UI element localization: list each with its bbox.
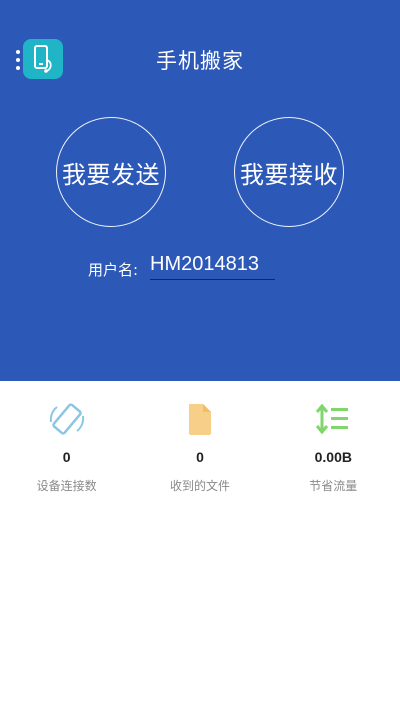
stat-files: 0 收到的文件 <box>133 381 266 501</box>
stat-traffic-label: 节省流量 <box>309 479 358 493</box>
username-field[interactable]: HM2014813 <box>150 253 275 280</box>
send-button[interactable]: 我要发送 <box>56 117 166 227</box>
receive-button[interactable]: 我要接收 <box>234 117 344 227</box>
rotate-device-icon <box>47 401 87 437</box>
stats-row: 0 设备连接数 0 收到的文件 0.00B 节省流量 <box>0 381 400 501</box>
username-label: 用户名: <box>88 261 139 279</box>
stat-devices-label: 设备连接数 <box>36 479 97 493</box>
stat-devices-value: 0 <box>62 449 71 465</box>
stat-traffic: 0.00B 节省流量 <box>267 381 400 501</box>
stat-files-value: 0 <box>196 449 204 465</box>
stat-devices: 0 设备连接数 <box>0 381 133 501</box>
stat-traffic-value: 0.00B <box>314 449 352 465</box>
stat-files-label: 收到的文件 <box>169 479 230 493</box>
traffic-icon <box>316 401 350 437</box>
page-title: 手机搬家 <box>156 49 244 73</box>
header-panel: 手机搬家 我要发送 我要接收 用户名: HM2014813 <box>0 0 400 381</box>
file-icon <box>186 401 214 437</box>
